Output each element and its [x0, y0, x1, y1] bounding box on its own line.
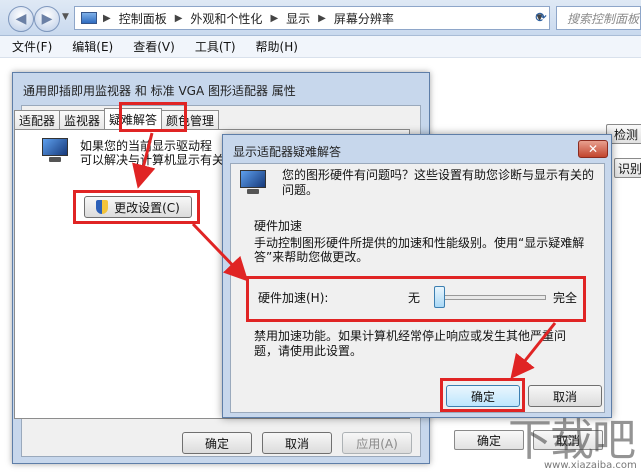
identify-button[interactable]: 识别	[614, 158, 641, 178]
control-panel-icon	[81, 12, 97, 24]
properties-apply-label: 应用(A)	[356, 436, 398, 451]
breadcrumb-chevron-icon[interactable]: ▶	[103, 13, 111, 24]
breadcrumb-appearance[interactable]: 外观和个性化	[190, 10, 262, 27]
forward-button[interactable]: ▶	[34, 6, 60, 32]
menu-bar: 文件(F) 编辑(E) 查看(V) 工具(T) 帮助(H)	[0, 36, 641, 58]
tab-monitor[interactable]: 监视器	[59, 110, 106, 130]
tab-adapter-label: 适配器	[19, 114, 56, 128]
identify-label: 识别	[617, 161, 641, 176]
back-button[interactable]: ◀	[8, 6, 34, 32]
properties-ok-button[interactable]: 确定	[182, 432, 252, 454]
troubleshoot-desc-line1: 如果您的当前显示驱动程	[80, 139, 213, 153]
watermark-logo-text: 下载吧	[508, 415, 636, 466]
refresh-icon[interactable]: ⟳	[530, 6, 552, 30]
close-button[interactable]: ✕	[578, 140, 608, 158]
properties-cancel-button[interactable]: 取消	[262, 432, 332, 454]
highlight-acceleration-slider	[246, 276, 586, 322]
breadcrumb-chevron-icon[interactable]: ▶	[318, 13, 326, 24]
highlight-change-settings	[73, 190, 200, 224]
hardware-acceleration-heading: 硬件加速	[254, 219, 303, 233]
explorer-ok-label: 确定	[476, 433, 501, 448]
watermark-logo: 下载吧 www.xiazaiba.com	[500, 404, 641, 476]
history-dropdown-icon[interactable]: ▼	[62, 12, 69, 22]
troubleshoot-desc-line2: 可以解决与计算机显示有关	[80, 153, 225, 167]
search-placeholder: 搜索控制面板	[567, 11, 640, 26]
close-icon: ✕	[587, 142, 599, 156]
menu-tools[interactable]: 工具(T)	[195, 38, 236, 55]
address-bar-area: ◀ ▶ ▼ ▶ 控制面板 ▶ 外观和个性化 ▶ 显示 ▶ 屏幕分辨率 ▼ ⟳ 搜…	[0, 0, 641, 36]
troubleshoot-cancel-label: 取消	[552, 389, 577, 404]
properties-dialog-title: 通用即插即用监视器 和 标准 VGA 图形适配器 属性	[23, 84, 296, 98]
acceleration-note-line2: 题，请使用此设置。	[254, 344, 363, 358]
hardware-acceleration-desc-line2: 答”来帮助您做更改。	[254, 250, 369, 264]
hardware-acceleration-desc-line1: 手动控制图形硬件所提供的加速和性能级别。使用“显示疑难解	[254, 236, 585, 250]
search-input[interactable]: 搜索控制面板	[556, 6, 641, 30]
menu-file[interactable]: 文件(F)	[12, 38, 52, 55]
highlight-troubleshoot-tab	[119, 102, 187, 132]
properties-apply-button[interactable]: 应用(A)	[342, 432, 412, 454]
monitor-icon	[40, 138, 70, 164]
address-field[interactable]: ▶ 控制面板 ▶ 外观和个性化 ▶ 显示 ▶ 屏幕分辨率 ▼	[74, 6, 550, 30]
monitor-icon	[238, 170, 268, 196]
breadcrumb-chevron-icon[interactable]: ▶	[175, 13, 183, 24]
troubleshoot-intro-line2: 问题。	[282, 183, 319, 197]
tab-monitor-label: 监视器	[64, 114, 101, 128]
properties-tabs: 适配器 监视器 疑难解答 颜色管理	[14, 108, 220, 130]
back-arrow-icon: ◀	[15, 11, 27, 27]
menu-edit[interactable]: 编辑(E)	[72, 38, 113, 55]
breadcrumb-display[interactable]: 显示	[286, 10, 310, 27]
breadcrumb-resolution[interactable]: 屏幕分辨率	[334, 10, 394, 27]
troubleshoot-intro-line1: 您的图形硬件有问题吗？这些设置有助您诊断与显示有关的	[282, 168, 595, 182]
menu-view[interactable]: 查看(V)	[133, 38, 175, 55]
watermark-url: www.xiazaiba.com	[544, 460, 637, 471]
acceleration-note-line1: 禁用加速功能。如果计算机经常停止响应或发生其他严重问	[254, 329, 567, 343]
forward-arrow-icon: ▶	[41, 11, 53, 27]
troubleshoot-dialog-title: 显示适配器疑难解答	[233, 145, 342, 159]
properties-cancel-label: 取消	[284, 436, 309, 451]
tab-adapter[interactable]: 适配器	[14, 110, 61, 130]
breadcrumb-chevron-icon[interactable]: ▶	[270, 13, 278, 24]
menu-help[interactable]: 帮助(H)	[256, 38, 298, 55]
detect-label: 检测	[613, 127, 638, 142]
properties-ok-label: 确定	[204, 436, 229, 451]
breadcrumb-control-panel[interactable]: 控制面板	[119, 10, 167, 27]
